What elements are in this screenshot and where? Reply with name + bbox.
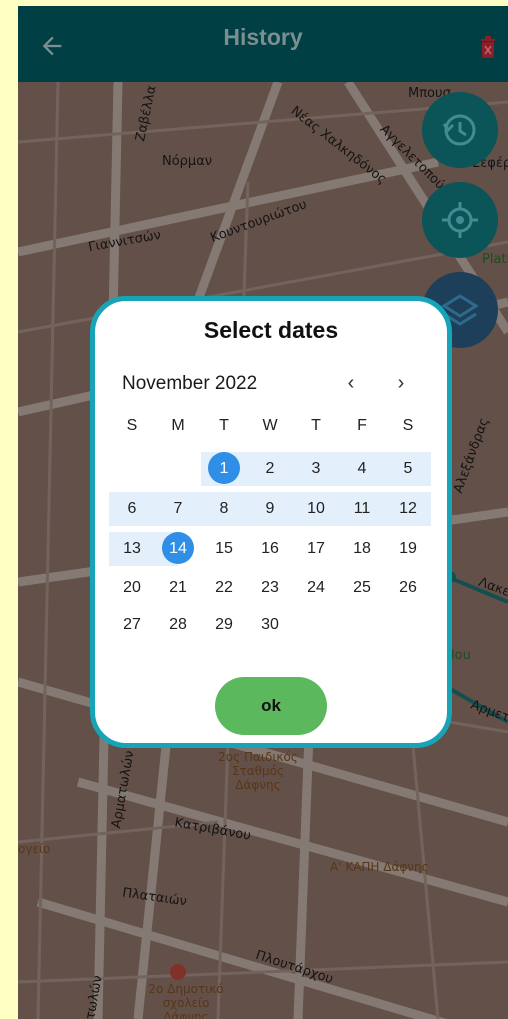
calendar-day[interactable]: 18 bbox=[339, 532, 385, 566]
calendar-day[interactable]: 30 bbox=[247, 608, 293, 642]
calendar-day[interactable]: 2 bbox=[247, 452, 293, 486]
calendar-day[interactable]: 21 bbox=[155, 571, 201, 605]
calendar-day[interactable]: 26 bbox=[385, 571, 431, 605]
trash-icon[interactable] bbox=[480, 36, 496, 58]
calendar-week: 27 28 29 30 bbox=[109, 608, 431, 642]
weekday-label: F bbox=[357, 417, 367, 434]
history-icon bbox=[442, 114, 476, 146]
calendar-day[interactable]: 4 bbox=[339, 452, 385, 486]
calendar-week: 1 2 3 4 5 bbox=[109, 452, 431, 486]
calendar-day[interactable]: 27 bbox=[109, 608, 155, 642]
weekday-label: T bbox=[311, 417, 321, 434]
calendar-day[interactable]: 16 bbox=[247, 532, 293, 566]
calendar-day-selected[interactable]: 1 bbox=[201, 452, 247, 486]
calendar-day[interactable]: 23 bbox=[247, 571, 293, 605]
calendar-day-selected[interactable]: 14 bbox=[155, 532, 201, 566]
weekday-label: S bbox=[126, 417, 138, 434]
calendar-week: 6 7 8 9 10 11 12 bbox=[109, 492, 431, 526]
calendar-day[interactable]: 10 bbox=[293, 492, 339, 526]
calendar-day[interactable]: 5 bbox=[385, 452, 431, 486]
gps-target-icon bbox=[442, 202, 478, 238]
calendar-day[interactable]: 12 bbox=[385, 492, 431, 526]
weekday-label: W bbox=[262, 417, 278, 434]
calendar-day[interactable]: 9 bbox=[247, 492, 293, 526]
calendar-day[interactable]: 22 bbox=[201, 571, 247, 605]
weekday-label: M bbox=[171, 417, 185, 434]
calendar-day[interactable]: 13 bbox=[109, 532, 155, 566]
month-label: November 2022 bbox=[122, 373, 258, 394]
calendar-day[interactable]: 24 bbox=[293, 571, 339, 605]
calendar-day[interactable]: 20 bbox=[109, 571, 155, 605]
date-picker-dialog: Select dates November 2022 ‹ › S M T W T… bbox=[90, 296, 452, 748]
page-title: History bbox=[223, 24, 303, 50]
next-month-button[interactable]: › bbox=[389, 371, 413, 395]
calendar-day[interactable]: 19 bbox=[385, 532, 431, 566]
app-bar: History bbox=[18, 6, 508, 82]
weekday-header: S M T W T F S bbox=[109, 417, 431, 437]
calendar-week: 20 21 22 23 24 25 26 bbox=[109, 571, 431, 605]
weekday-label: S bbox=[402, 417, 414, 434]
locate-button[interactable] bbox=[422, 182, 498, 258]
calendar-day[interactable]: 17 bbox=[293, 532, 339, 566]
calendar-week: 13 14 15 16 17 18 19 bbox=[109, 532, 431, 566]
calendar-day[interactable]: 28 bbox=[155, 608, 201, 642]
calendar-day[interactable]: 7 bbox=[155, 492, 201, 526]
phone-screen: History Μπουσ Νέας Χαλκηδόνος Ζαβέλλα Νό… bbox=[18, 6, 508, 1019]
history-button[interactable] bbox=[422, 92, 498, 168]
calendar-day[interactable]: 11 bbox=[339, 492, 385, 526]
calendar-day[interactable]: 29 bbox=[201, 608, 247, 642]
ok-button[interactable]: ok bbox=[215, 677, 327, 735]
weekday-label: T bbox=[219, 417, 229, 434]
calendar-day[interactable]: 15 bbox=[201, 532, 247, 566]
dialog-title: Select dates bbox=[203, 317, 339, 343]
calendar-day[interactable]: 8 bbox=[201, 492, 247, 526]
calendar-day[interactable]: 6 bbox=[109, 492, 155, 526]
prev-month-button[interactable]: ‹ bbox=[339, 371, 363, 395]
calendar-day[interactable]: 25 bbox=[339, 571, 385, 605]
calendar-day[interactable]: 3 bbox=[293, 452, 339, 486]
